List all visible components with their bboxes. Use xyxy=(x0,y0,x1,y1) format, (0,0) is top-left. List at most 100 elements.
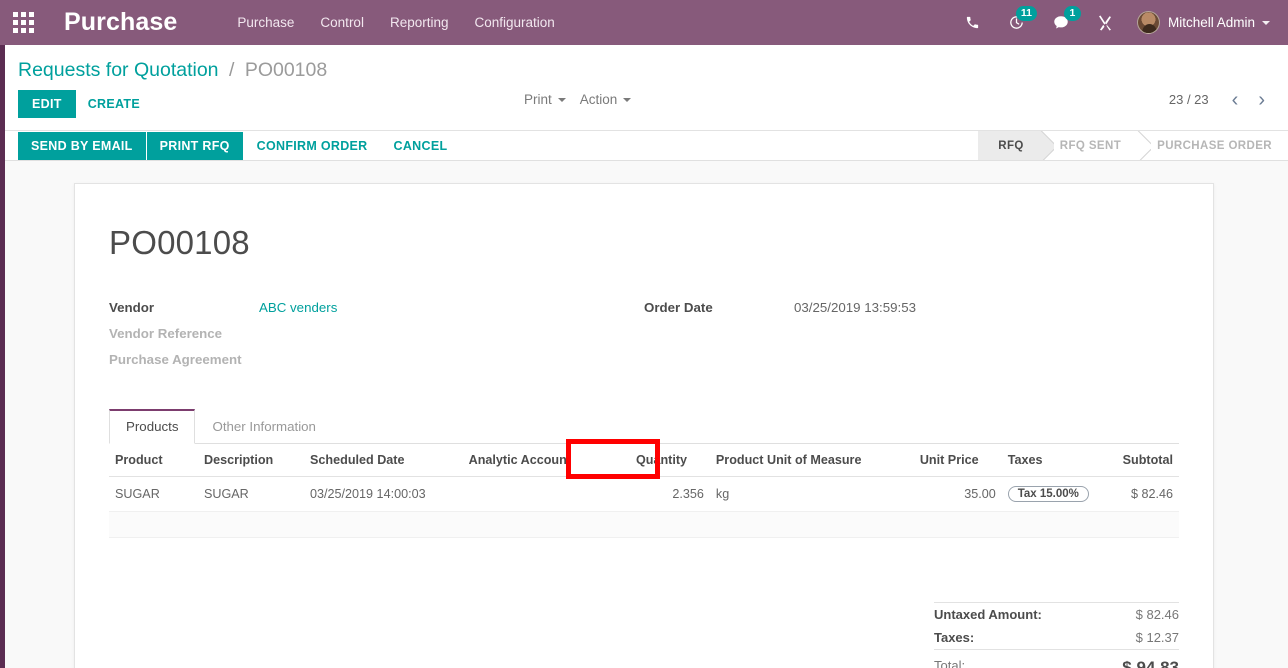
form-content-area: PO00108 Vendor ABC venders Vendor Refere… xyxy=(0,161,1288,668)
menu-item-reporting[interactable]: Reporting xyxy=(378,9,461,36)
tab-products[interactable]: Products xyxy=(109,409,195,444)
total-grand: Total: $ 94.83 xyxy=(934,649,1179,668)
status-stage-rfq-sent-label: RFQ SENT xyxy=(1060,140,1121,152)
cell-quantity: 2.356 xyxy=(630,477,710,512)
pager-next-button[interactable]: › xyxy=(1249,93,1274,107)
status-stage-purchase-order-label: PURCHASE ORDER xyxy=(1157,140,1272,152)
form-action-bar: SEND BY EMAIL PRINT RFQ CONFIRM ORDER CA… xyxy=(0,131,1288,161)
table-row[interactable]: SUGAR SUGAR 03/25/2019 14:00:03 2.356 kg… xyxy=(109,477,1179,512)
create-button[interactable]: CREATE xyxy=(76,90,152,118)
activities-button[interactable]: 11 xyxy=(995,0,1039,45)
form-fields-left-column: Vendor ABC venders Vendor Reference Purc… xyxy=(109,300,644,378)
page-title: PO00108 xyxy=(109,224,1179,262)
col-description: Description xyxy=(198,444,304,477)
breadcrumb-parent-link[interactable]: Requests for Quotation xyxy=(18,59,219,81)
print-rfq-button[interactable]: PRINT RFQ xyxy=(147,132,243,160)
breadcrumb-current: PO00108 xyxy=(245,59,327,81)
col-scheduled-date: Scheduled Date xyxy=(304,444,463,477)
action-dropdown[interactable]: Action xyxy=(580,92,632,107)
total-taxes-label: Taxes: xyxy=(934,630,974,645)
form-fields-right-column: Order Date 03/25/2019 13:59:53 xyxy=(644,300,1179,378)
col-analytic-account: Analytic Account xyxy=(463,444,630,477)
tab-other-information-label: Other Information xyxy=(212,419,315,434)
print-dropdown-label: Print xyxy=(524,92,552,107)
total-untaxed-label: Untaxed Amount: xyxy=(934,607,1042,622)
app-brand-title: Purchase xyxy=(64,8,177,37)
order-lines-header: Product Description Scheduled Date Analy… xyxy=(109,444,1179,477)
total-taxes-value: $ 12.37 xyxy=(1136,630,1179,645)
cell-unit-price: 35.00 xyxy=(914,477,1002,512)
chevron-down-icon xyxy=(623,98,631,102)
order-lines-body: SUGAR SUGAR 03/25/2019 14:00:03 2.356 kg… xyxy=(109,477,1179,538)
field-purchase-agreement: Purchase Agreement xyxy=(109,352,644,367)
total-untaxed-amount: Untaxed Amount: $ 82.46 xyxy=(934,603,1179,626)
print-dropdown[interactable]: Print xyxy=(524,92,566,107)
col-uom: Product Unit of Measure xyxy=(710,444,914,477)
activities-badge: 11 xyxy=(1016,6,1037,21)
field-order-date-value[interactable]: 03/25/2019 13:59:53 xyxy=(794,300,916,315)
developer-tools-button[interactable] xyxy=(1083,0,1127,45)
left-accent-strip xyxy=(0,45,5,668)
col-product: Product xyxy=(109,444,198,477)
messages-badge: 1 xyxy=(1064,6,1081,21)
form-fields: Vendor ABC venders Vendor Reference Purc… xyxy=(109,300,1179,378)
col-quantity: Quantity xyxy=(630,444,710,477)
cell-subtotal: $ 82.46 xyxy=(1117,477,1179,512)
top-navbar: Purchase Purchase Control Reporting Conf… xyxy=(0,0,1288,45)
table-empty-band xyxy=(109,512,1179,538)
cell-taxes: Tax 15.00% xyxy=(1002,477,1117,512)
stage-arrow-icon xyxy=(1137,131,1151,160)
navbar-right-tools: 11 1 Mitchell Admin xyxy=(951,0,1288,45)
breadcrumb-row: Requests for Quotation / PO00108 xyxy=(0,45,1288,82)
main-menu: Purchase Control Reporting Configuration xyxy=(225,9,566,36)
status-stage-rfq-sent[interactable]: RFQ SENT xyxy=(1040,131,1137,160)
control-panel: Requests for Quotation / PO00108 EDIT CR… xyxy=(0,45,1288,131)
status-stage-rfq[interactable]: RFQ xyxy=(978,131,1039,160)
form-sheet: PO00108 Vendor ABC venders Vendor Refere… xyxy=(74,183,1214,668)
cancel-button[interactable]: CANCEL xyxy=(381,132,461,160)
send-by-email-button[interactable]: SEND BY EMAIL xyxy=(18,132,146,160)
order-lines-table: Product Description Scheduled Date Analy… xyxy=(109,444,1179,538)
edit-button[interactable]: EDIT xyxy=(18,90,76,118)
totals-block: Untaxed Amount: $ 82.46 Taxes: $ 12.37 T… xyxy=(934,602,1179,668)
total-untaxed-value: $ 82.46 xyxy=(1136,607,1179,622)
tax-badge: Tax 15.00% xyxy=(1008,486,1089,502)
messages-button[interactable]: 1 xyxy=(1039,0,1083,45)
confirm-order-button[interactable]: CONFIRM ORDER xyxy=(244,132,381,160)
phone-icon xyxy=(965,15,980,30)
total-taxes: Taxes: $ 12.37 xyxy=(934,626,1179,649)
chevron-down-icon xyxy=(1262,21,1270,25)
developer-tools-icon xyxy=(1096,14,1114,32)
table-spacer-row xyxy=(109,512,1179,538)
cell-uom: kg xyxy=(710,477,914,512)
field-order-date-label: Order Date xyxy=(644,300,794,315)
stage-arrow-icon xyxy=(1040,131,1054,160)
col-taxes: Taxes xyxy=(1002,444,1117,477)
apps-menu-button[interactable] xyxy=(0,12,46,33)
menu-item-control[interactable]: Control xyxy=(308,9,376,36)
menu-item-configuration[interactable]: Configuration xyxy=(463,9,567,36)
cell-description: SUGAR xyxy=(198,477,304,512)
col-subtotal: Subtotal xyxy=(1117,444,1179,477)
tab-products-label: Products xyxy=(126,419,178,434)
notebook-tabs: Products Other Information xyxy=(109,408,1179,444)
breadcrumb: Requests for Quotation / PO00108 xyxy=(18,59,1288,82)
odoo-purchase-app: Purchase Purchase Control Reporting Conf… xyxy=(0,0,1288,668)
avatar xyxy=(1137,11,1160,34)
cell-product: SUGAR xyxy=(109,477,198,512)
status-stage-purchase-order[interactable]: PURCHASE ORDER xyxy=(1137,131,1288,160)
field-vendor-value[interactable]: ABC venders xyxy=(259,300,337,315)
cell-scheduled-date: 03/25/2019 14:00:03 xyxy=(304,477,463,512)
phone-button[interactable] xyxy=(951,0,995,45)
user-menu[interactable]: Mitchell Admin xyxy=(1127,11,1276,34)
breadcrumb-separator: / xyxy=(229,59,234,81)
pager-previous-button[interactable]: ‹ xyxy=(1223,93,1248,107)
tab-other-information[interactable]: Other Information xyxy=(195,409,332,444)
control-panel-dropdowns: Print Action xyxy=(524,92,631,107)
field-vendor: Vendor ABC venders xyxy=(109,300,644,315)
menu-item-purchase[interactable]: Purchase xyxy=(225,9,306,36)
user-name: Mitchell Admin xyxy=(1168,15,1255,30)
total-grand-value: $ 94.83 xyxy=(1122,658,1179,668)
field-purchase-agreement-label: Purchase Agreement xyxy=(109,352,259,367)
control-panel-buttons: EDIT CREATE Print Action 23 / 23 ‹ › xyxy=(0,82,1288,130)
